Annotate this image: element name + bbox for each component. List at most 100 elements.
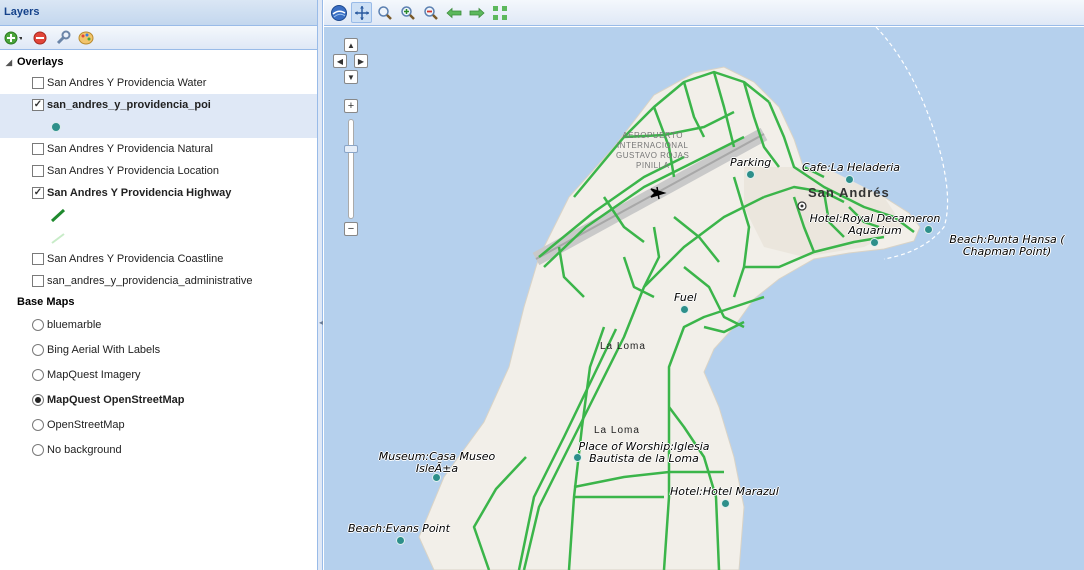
add-layer-icon	[4, 31, 22, 44]
poi-label-evans-point: Beach:Evans Point	[348, 522, 450, 535]
collapse-arrow-icon[interactable]: ◢	[3, 58, 15, 67]
pan-north-button[interactable]: ▲	[344, 38, 358, 52]
zoom-out-icon	[423, 5, 438, 20]
zoom-slider-handle[interactable]	[344, 145, 358, 153]
basemap-radio[interactable]	[32, 343, 44, 356]
highway-legend-minor	[0, 226, 317, 248]
poi-marker-hotel-decameron[interactable]	[870, 238, 879, 247]
zoom-to-world-button[interactable]	[328, 2, 349, 23]
layer-coastline[interactable]: San Andres Y Providencia Coastline	[0, 248, 317, 270]
layers-panel: Layers ◢ Overlays San Andres Y Providenc…	[0, 0, 318, 570]
poi-marker-evans-point[interactable]	[396, 536, 405, 545]
overlays-group[interactable]: ◢ Overlays	[0, 52, 317, 72]
basemap-radio[interactable]	[32, 318, 44, 331]
panel-title: Layers	[4, 6, 40, 18]
basemap-bluemarble[interactable]: bluemarble	[0, 312, 317, 337]
layers-panel-header: Layers	[0, 0, 317, 26]
check-icon: ✓	[33, 187, 43, 198]
layer-label: san_andres_y_providencia_administrative	[47, 275, 253, 287]
layer-properties-button[interactable]	[54, 29, 72, 47]
layer-checkbox[interactable]: ✓	[32, 99, 44, 111]
layer-checkbox[interactable]	[32, 143, 44, 155]
layer-highway[interactable]: ✓ San Andres Y Providencia Highway	[0, 182, 317, 204]
layer-checkbox[interactable]	[32, 77, 44, 89]
layer-water[interactable]: San Andres Y Providencia Water	[0, 72, 317, 94]
airport-label-line: INTERNACIONAL	[616, 141, 689, 150]
layer-checkbox[interactable]	[32, 165, 44, 177]
basemap-mapquest-osm[interactable]: MapQuest OpenStreetMap	[0, 387, 317, 412]
map-toolbar	[324, 0, 1084, 26]
poi-marker-parking[interactable]	[746, 170, 755, 179]
basemap-label: MapQuest Imagery	[47, 368, 141, 381]
basemap-none[interactable]: No background	[0, 437, 317, 462]
layer-poi[interactable]: ✓ san_andres_y_providencia_poi	[0, 94, 317, 116]
basemap-label: Bing Aerial With Labels	[47, 343, 161, 356]
pan-button[interactable]	[351, 2, 372, 23]
layer-checkbox[interactable]: ✓	[32, 187, 44, 199]
style-button[interactable]	[77, 29, 95, 47]
basemap-bing[interactable]: Bing Aerial With Labels	[0, 337, 317, 362]
highway-minor-legend-icon	[51, 233, 65, 244]
poi-label-worship: Place of Worship:Iglesia Bautista de la …	[578, 440, 710, 465]
basemap-radio[interactable]	[32, 418, 44, 431]
zoom-extent-button[interactable]	[489, 2, 510, 23]
poi-label-hotel-decameron: Hotel:Royal Decameron Aquarium	[809, 212, 941, 237]
poi-marker-beach-hansa[interactable]	[924, 225, 933, 234]
next-extent-button[interactable]	[466, 2, 487, 23]
town-label: San Andrés	[808, 185, 890, 200]
airport-label: AEROPUERTO INTERNACIONAL GUSTAVO ROJAS P…	[616, 131, 689, 171]
zoom-minus-button[interactable]: −	[344, 222, 358, 236]
place-label-la-loma-north: La Loma	[600, 341, 646, 352]
airport-label-line: PINILLA	[636, 161, 670, 170]
basemap-radio[interactable]	[32, 443, 44, 456]
pan-south-button[interactable]: ▼	[344, 70, 358, 84]
overlays-label: Overlays	[17, 56, 64, 68]
layer-label: San Andres Y Providencia Coastline	[47, 253, 224, 265]
poi-marker-hotel-marazul[interactable]	[721, 499, 730, 508]
zoom-box-button[interactable]	[374, 2, 395, 23]
highway-major-legend-icon	[50, 208, 66, 223]
zoom-in-icon	[400, 5, 415, 20]
zoom-out-button[interactable]	[420, 2, 441, 23]
layer-label: San Andres Y Providencia Highway	[47, 187, 232, 199]
previous-extent-button[interactable]	[443, 2, 464, 23]
poi-marker-cafe[interactable]	[845, 175, 854, 184]
pan-west-button[interactable]: ◀	[333, 54, 347, 68]
radio-selected-dot	[35, 396, 41, 403]
basemap-label: No background	[47, 443, 122, 456]
basemap-label: MapQuest OpenStreetMap	[47, 393, 185, 406]
panel-splitter[interactable]: ◂	[318, 0, 323, 570]
layer-checkbox[interactable]	[32, 275, 44, 287]
style-icon	[78, 31, 94, 44]
add-layer-button[interactable]	[4, 29, 22, 47]
basemap-mapquest-imagery[interactable]: MapQuest Imagery	[0, 362, 317, 387]
basemap-radio[interactable]	[32, 368, 44, 381]
zoom-plus-button[interactable]: +	[344, 99, 358, 113]
highway-legend-major	[0, 204, 317, 226]
layer-administrative[interactable]: san_andres_y_providencia_administrative	[0, 270, 317, 292]
layer-checkbox[interactable]	[32, 253, 44, 265]
basemap-osm[interactable]: OpenStreetMap	[0, 412, 317, 437]
zoom-extent-icon	[492, 5, 507, 20]
layer-location[interactable]: San Andres Y Providencia Location	[0, 160, 317, 182]
map-canvas[interactable]: ▲ ◀ ▶ ▼ + − AEROPUERTO INTERNACIONAL GUS…	[324, 27, 1084, 570]
poi-label-beach-hansa: Beach:Punta Hansa ( Chapman Point)	[949, 233, 1065, 258]
back-arrow-icon	[445, 7, 461, 18]
poi-label-fuel: Fuel	[674, 291, 697, 304]
layer-label: san_andres_y_providencia_poi	[47, 99, 211, 111]
gis-viewer: Layers ◢ Overlays San Andres Y Providenc…	[0, 0, 1084, 570]
collapse-panel-icon[interactable]: ◂	[319, 318, 323, 327]
remove-layer-button[interactable]	[31, 29, 49, 47]
basemap-radio[interactable]	[32, 393, 44, 406]
place-label-la-loma: La Loma	[594, 425, 640, 436]
layer-natural[interactable]: San Andres Y Providencia Natural	[0, 138, 317, 160]
zoom-slider-track[interactable]	[348, 119, 354, 219]
check-icon: ✓	[33, 99, 43, 110]
pan-east-button[interactable]: ▶	[354, 54, 368, 68]
layers-toolbar	[0, 26, 317, 50]
zoom-in-button[interactable]	[397, 2, 418, 23]
poi-marker-fuel[interactable]	[680, 305, 689, 314]
basemaps-group[interactable]: Base Maps	[0, 292, 317, 312]
poi-label-museum: Museum:Casa Museo IsleÃ±a	[378, 450, 496, 475]
airport-label-line: AEROPUERTO	[622, 131, 684, 140]
